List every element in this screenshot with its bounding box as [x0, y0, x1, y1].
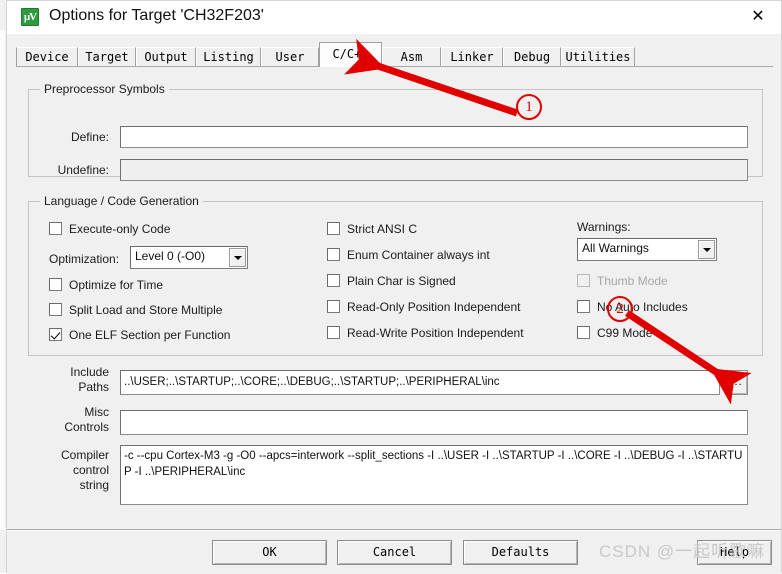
tab-user-label: User [275, 50, 305, 64]
tab-user[interactable]: User [261, 47, 319, 66]
checkbox-label: Optimize for Time [69, 278, 164, 292]
checkbox-split-load-and-store-multiple[interactable]: Split Load and Store Multiple [49, 303, 222, 317]
chevron-down-icon[interactable] [229, 248, 246, 267]
tab-strip: Device Target Output Listing User C/C++ … [16, 41, 773, 69]
annotation-marker-1: 1 [516, 94, 542, 120]
include-paths-label-line1: Include [70, 365, 109, 379]
undefine-input[interactable] [120, 159, 748, 181]
checkbox-label: Read-Write Position Independent [347, 326, 524, 340]
tab-c-cpp[interactable]: C/C++ [319, 42, 382, 67]
tab-debug[interactable]: Debug [503, 47, 561, 66]
misc-controls-input[interactable] [120, 410, 748, 435]
checkbox-box [327, 326, 340, 339]
checkbox-one-elf-section-per-function[interactable]: One ELF Section per Function [49, 328, 230, 342]
checkbox-plain-char-is-signed[interactable]: Plain Char is Signed [327, 274, 456, 288]
compiler-control-string-label-line2: control [72, 463, 109, 477]
checkbox-c99-mode[interactable]: C99 Mode [577, 326, 652, 340]
preprocessor-symbols-title: Preprocessor Symbols [40, 82, 169, 96]
tab-c-cpp-label: C/C++ [332, 47, 369, 61]
checkbox-execute-only-code[interactable]: Execute-only Code [49, 222, 170, 236]
tab-debug-label: Debug [513, 50, 551, 64]
checkbox-strict-ansi-c[interactable]: Strict ANSI C [327, 222, 417, 236]
checkbox-label: Execute-only Code [69, 222, 171, 236]
compiler-control-string-label-line1: Compiler [60, 448, 109, 462]
checkbox-box [327, 248, 340, 261]
defaults-button[interactable]: Defaults [463, 540, 578, 565]
tab-target[interactable]: Target [78, 47, 136, 66]
checkbox-label: Thumb Mode [597, 274, 668, 288]
warnings-value: All Warnings [582, 241, 649, 255]
tab-listing[interactable]: Listing [196, 47, 261, 66]
checkbox-label: Split Load and Store Multiple [69, 303, 223, 317]
optimization-select[interactable]: Level 0 (-O0) [130, 246, 248, 269]
checkbox-box [577, 300, 590, 313]
tab-linker[interactable]: Linker [441, 47, 503, 66]
undefine-label: Undefine: [57, 163, 109, 177]
keil-uvision-icon: µV [21, 8, 39, 26]
chevron-down-icon[interactable] [698, 240, 715, 259]
annotation-marker-2: 2 [607, 296, 633, 322]
tab-asm-label: Asm [400, 50, 423, 64]
tab-strip-baseline [16, 66, 773, 67]
checkbox-label: Plain Char is Signed [347, 274, 456, 288]
language-code-generation-title: Language / Code Generation [40, 194, 203, 208]
cancel-button[interactable]: Cancel [337, 540, 452, 565]
checkbox-label: One ELF Section per Function [69, 328, 231, 342]
checkbox-box [49, 278, 62, 291]
checkbox-read-write-position-independent[interactable]: Read-Write Position Independent [327, 326, 524, 340]
background-window-strip-inner [0, 30, 5, 530]
checkbox-box [327, 222, 340, 235]
tab-target-label: Target [85, 50, 129, 64]
ok-button[interactable]: OK [212, 540, 327, 565]
help-button[interactable]: Help [697, 540, 772, 565]
define-input[interactable] [120, 126, 748, 148]
checkbox-box [327, 274, 340, 287]
checkbox-label: Strict ANSI C [347, 222, 418, 236]
include-paths-browse-button[interactable]: ... [725, 370, 748, 395]
optimization-label: Optimization: [49, 252, 120, 266]
checkbox-label: Read-Only Position Independent [347, 300, 521, 314]
checkbox-box [577, 274, 590, 287]
warnings-select[interactable]: All Warnings [577, 238, 717, 261]
include-paths-input[interactable]: ..\USER;..\STARTUP;..\CORE;..\DEBUG;..\S… [120, 370, 720, 395]
misc-controls-label-line1: Misc [84, 405, 109, 419]
keil-uvision-icon-glyph: µV [23, 11, 37, 23]
dialog-client-area: Device Target Output Listing User C/C++ … [7, 34, 781, 574]
checkbox-box [49, 222, 62, 235]
tab-output-label: Output [144, 50, 188, 64]
checkbox-label: C99 Mode [597, 326, 653, 340]
checkbox-box [327, 300, 340, 313]
checkbox-read-only-position-independent[interactable]: Read-Only Position Independent [327, 300, 520, 314]
footer-separator [7, 529, 781, 531]
optimization-value: Level 0 (-O0) [135, 249, 206, 263]
compiler-control-string-label-line3: string [79, 478, 109, 492]
misc-controls-label-line2: Controls [64, 420, 109, 434]
checkbox-label: Enum Container always int [347, 248, 490, 262]
checkbox-optimize-for-time[interactable]: Optimize for Time [49, 278, 163, 292]
checkbox-box [577, 326, 590, 339]
tab-device[interactable]: Device [16, 47, 78, 66]
tab-utilities[interactable]: Utilities [561, 47, 635, 66]
tab-asm[interactable]: Asm [382, 47, 441, 66]
define-label: Define: [70, 130, 109, 144]
warnings-label: Warnings: [577, 220, 631, 234]
tab-listing-label: Listing [203, 50, 254, 64]
options-dialog: µV Options for Target 'CH32F203' ✕ Devic… [6, 0, 782, 574]
checkbox-enum-container-always-int[interactable]: Enum Container always int [327, 248, 490, 262]
page-title: Options for Target 'CH32F203' [49, 7, 264, 24]
tab-output[interactable]: Output [136, 47, 196, 66]
title-bar: µV Options for Target 'CH32F203' ✕ [7, 1, 781, 34]
tab-utilities-label: Utilities [565, 50, 631, 64]
checkbox-box [49, 328, 62, 341]
tab-linker-label: Linker [450, 50, 494, 64]
tab-device-label: Device [25, 50, 69, 64]
close-icon[interactable]: ✕ [735, 1, 781, 33]
compiler-control-string-input[interactable]: -c --cpu Cortex-M3 -g -O0 --apcs=interwo… [120, 445, 748, 505]
checkbox-thumb-mode: Thumb Mode [577, 274, 668, 288]
checkbox-box [49, 303, 62, 316]
include-paths-label-line2: Paths [78, 380, 109, 394]
